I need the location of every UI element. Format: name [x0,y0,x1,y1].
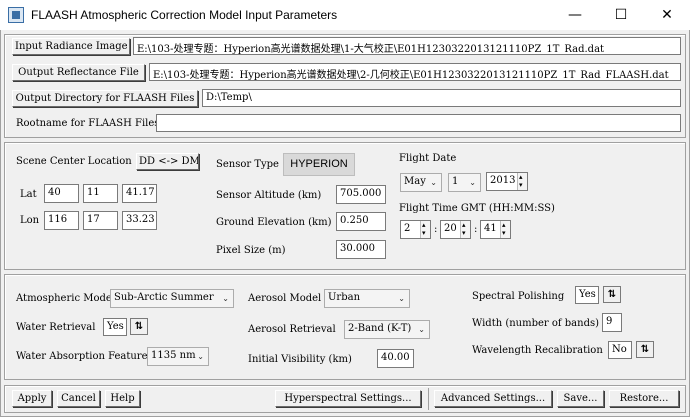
hour-spinner[interactable]: 2 ▴ ▾ [400,220,431,239]
spin-up-icon[interactable]: ▴ [422,222,426,229]
dd-dms-button[interactable]: DD <-> DMS [136,153,199,170]
input-radiance-field[interactable]: E:\103-处理专题：Hyperion高光谱数据处理\1-大气校正\E01H1… [133,37,681,55]
atmospheric-model-select[interactable]: Sub-Arctic Summer ⌄ [110,289,234,308]
save-button[interactable]: Save... [557,390,604,407]
lon-minutes-field[interactable]: 17 [83,211,118,230]
cancel-button[interactable]: Cancel [57,390,100,407]
lat-label: Lat [20,189,37,200]
initial-visibility-label: Initial Visibility (km) [248,354,352,365]
water-absorption-value: 1135 nm [151,350,196,361]
ground-elevation-field[interactable]: 0.250 [336,212,386,231]
lat-minutes-field[interactable]: 11 [83,184,118,203]
atmospheric-model-label: Atmospheric Model [16,293,115,304]
sensor-altitude-field[interactable]: 705.000 [336,185,386,204]
water-absorption-label: Water Absorption Feature [16,351,148,362]
sensor-altitude-label: Sensor Altitude (km) [216,190,322,201]
atmospheric-model-value: Sub-Arctic Summer [114,292,214,303]
lon-label: Lon [20,215,40,226]
pixel-size-label: Pixel Size (m) [216,245,286,256]
footer-divider [428,388,429,410]
ground-elevation-label: Ground Elevation (km) [216,217,332,228]
minute-spin-buttons[interactable]: ▴ ▾ [460,221,470,238]
rootname-label: Rootname for FLAASH Files [16,118,160,129]
second-spinner[interactable]: 41 ▴ ▾ [480,220,511,239]
aerosol-retrieval-select[interactable]: 2-Band (K-T) ⌄ [344,320,430,339]
width-field[interactable]: 9 [602,313,622,332]
spectral-polishing-field[interactable]: Yes [575,286,599,304]
output-directory-field[interactable]: D:\Temp\ [202,89,681,107]
rootname-field[interactable] [156,114,681,132]
hyperspectral-settings-button[interactable]: Hyperspectral Settings... [275,390,421,407]
scene-center-label: Scene Center Location [16,156,132,167]
apply-button[interactable]: Apply [12,390,52,407]
water-absorption-select[interactable]: 1135 nm ⌄ [147,347,209,366]
flight-date-label: Flight Date [399,153,457,164]
minute-value: 20 [444,223,457,234]
flight-time-label: Flight Time GMT (HH:MM:SS) [399,203,555,214]
aerosol-retrieval-label: Aerosol Retrieval [248,324,336,335]
maximize-button[interactable]: ☐ [598,0,644,30]
aerosol-model-value: Urban [328,292,361,303]
water-retrieval-toggle-icon[interactable]: ⇅ [130,318,148,335]
help-button[interactable]: Help [105,390,140,407]
lon-seconds-field[interactable]: 33.23 [122,211,157,230]
sensor-type-label: Sensor Type [216,159,279,170]
advanced-settings-button[interactable]: Advanced Settings... [434,390,552,407]
output-reflectance-field[interactable]: E:\103-处理专题：Hyperion高光谱数据处理\2-几何校正\E01H1… [149,63,681,81]
chevron-down-icon: ⌄ [398,294,405,303]
minute-spinner[interactable]: 20 ▴ ▾ [440,220,471,239]
chevron-down-icon: ⌄ [222,294,229,303]
water-retrieval-label: Water Retrieval [16,322,96,333]
spin-down-icon[interactable]: ▾ [502,230,506,237]
output-reflectance-button[interactable]: Output Reflectance File [12,64,145,81]
chevron-down-icon: ⌄ [469,178,476,187]
initial-visibility-field[interactable]: 40.00 [377,349,414,368]
lat-seconds-field[interactable]: 41.17 [122,184,157,203]
spin-down-icon[interactable]: ▾ [519,182,523,189]
lat-degrees-field[interactable]: 40 [44,184,79,203]
wavelength-recalibration-label: Wavelength Recalibration [472,345,603,356]
aerosol-model-select[interactable]: Urban ⌄ [324,289,410,308]
spin-up-icon[interactable]: ▴ [502,222,506,229]
time-separator: : [474,224,478,235]
year-spinner[interactable]: 2013 ▴ ▾ [486,172,528,191]
wavelength-recalibration-toggle-icon[interactable]: ⇅ [636,341,654,358]
aerosol-model-label: Aerosol Model [248,293,322,304]
hour-value: 2 [404,223,411,234]
restore-button[interactable]: Restore... [609,390,679,407]
window-title: FLAASH Atmospheric Correction Model Inpu… [31,8,338,22]
spin-up-icon[interactable]: ▴ [462,222,466,229]
lon-degrees-field[interactable]: 116 [44,211,79,230]
pixel-size-field[interactable]: 30.000 [336,240,386,259]
time-separator: : [434,224,438,235]
month-select[interactable]: May ⌄ [400,173,442,192]
width-label: Width (number of bands) [472,318,600,329]
minimize-button[interactable]: — [552,0,598,30]
spectral-polishing-toggle-icon[interactable]: ⇅ [603,286,621,303]
water-retrieval-field[interactable]: Yes [103,318,127,336]
year-value: 2013 [490,175,516,186]
day-select[interactable]: 1 ⌄ [448,173,481,192]
chevron-down-icon: ⌄ [430,178,437,187]
spectral-polishing-label: Spectral Polishing [472,291,565,302]
app-icon [8,7,24,23]
spin-down-icon[interactable]: ▾ [422,230,426,237]
output-directory-button[interactable]: Output Directory for FLAASH Files [12,90,198,107]
hour-spin-buttons[interactable]: ▴ ▾ [420,221,430,238]
year-spin-buttons[interactable]: ▴ ▾ [517,173,527,190]
close-button[interactable]: ✕ [644,0,690,30]
spin-down-icon[interactable]: ▾ [462,230,466,237]
wavelength-recalibration-field[interactable]: No [608,341,632,359]
spin-up-icon[interactable]: ▴ [519,174,523,181]
aerosol-retrieval-value: 2-Band (K-T) [348,323,412,334]
day-value: 1 [452,176,459,187]
chevron-down-icon: ⌄ [197,352,204,361]
input-radiance-button[interactable]: Input Radiance Image [12,38,130,55]
second-value: 41 [484,223,497,234]
second-spin-buttons[interactable]: ▴ ▾ [500,221,510,238]
sensor-type-button[interactable]: HYPERION [283,153,355,176]
month-value: May [404,176,426,187]
chevron-down-icon: ⌄ [418,325,425,334]
